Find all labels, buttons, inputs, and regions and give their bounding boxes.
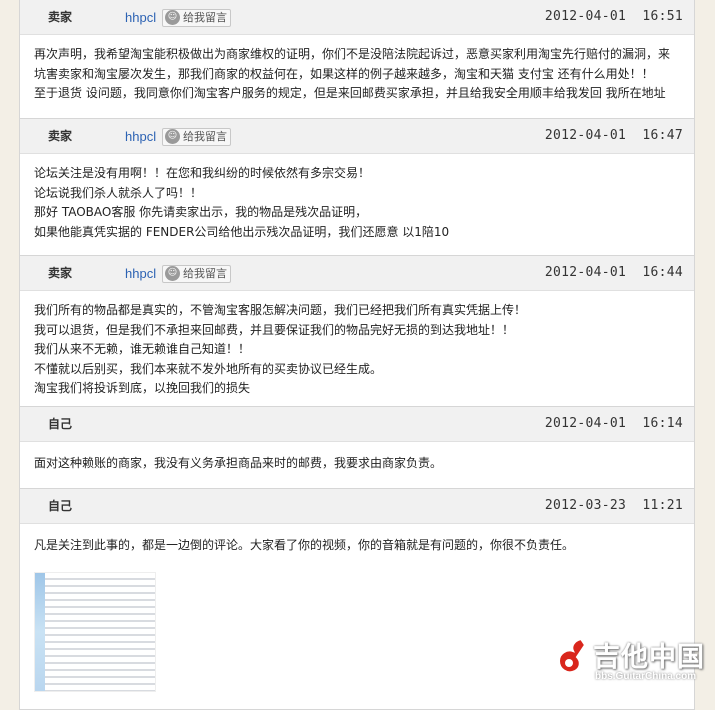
post-header: 卖家 hhpcl ☺ 给我留言 2012-04-01 16:44	[20, 256, 694, 291]
leave-message-label: 给我留言	[183, 267, 227, 280]
leave-message-button[interactable]: ☺ 给我留言	[162, 128, 231, 146]
watermark-site-name: 吉他中国	[593, 642, 705, 673]
post-author: 卖家	[47, 266, 72, 280]
post-header: 自己 2012-03-23 11:21	[20, 489, 694, 524]
attached-image-thumbnail[interactable]	[34, 571, 156, 692]
post-author: 自己	[47, 499, 72, 513]
post-text-line: 面对这种赖账的商家，我没有义务承担商品来时的邮费，我要求由商家负责。	[34, 456, 443, 470]
post-text-line: 至于退货 设问题，我同意你们淘宝客户服务的规定，但是来回邮费买家承担，并且给我安…	[34, 86, 666, 100]
post-text-line: 不懂就以后别买，我们本来就不发外地所有的买卖协议已经生成。	[34, 361, 383, 376]
watermark-url: bbs.GuitarChina.com	[595, 671, 697, 682]
post-text-line: 我可以退货，但是我们不承担来回邮费，并且要保证我们的物品完好无损的到达我地址！！	[34, 322, 515, 337]
post-thread: 卖家 hhpcl ☺ 给我留言 2012-04-01 16:51 再次声明，我希…	[19, 0, 695, 710]
leave-message-label: 给我留言	[183, 130, 227, 143]
post-timestamp: 2012-04-01 16:44	[544, 265, 683, 280]
post-body: 论坛关注是没有用啊！！在您和我纠纷的时候依然有多宗交易！ 论坛说我们杀人就杀人了…	[20, 154, 694, 254]
post-author: 卖家	[47, 10, 72, 24]
post-text-line: 那好 TAOBAO客服 你先请卖家出示，我的物品是残次品证明，	[34, 205, 368, 219]
post-text-line: 论坛关注是没有用啊！！在您和我纠纷的时候依然有多宗交易！	[34, 166, 371, 180]
post-body: 我们所有的物品都是真实的，不管淘宝客服怎解决问题，我们已经把我们所有真实凭据上传…	[20, 291, 694, 411]
post: 卖家 hhpcl ☺ 给我留言 2012-04-01 16:44 我们所有的物品…	[19, 256, 695, 407]
post-text-line: 坑害卖家和淘宝屡次发生，那我们商家的权益何在，如果这样的例子越来越多，淘宝和天猫…	[34, 66, 654, 81]
post: 卖家 hhpcl ☺ 给我留言 2012-04-01 16:51 再次声明，我希…	[19, 0, 695, 119]
username-link[interactable]: hhpcl	[125, 10, 156, 25]
post-text-line: 淘宝我们将投诉到底，以挽回我们的损失	[34, 381, 251, 395]
post-text-line: 如果他能真凭实据的 FENDER公司给他出示残次品证明，我们还愿意 以1陪10	[34, 224, 450, 239]
post-timestamp: 2012-03-23 11:21	[544, 498, 683, 513]
post-timestamp: 2012-04-01 16:14	[544, 416, 683, 431]
post-timestamp: 2012-04-01 16:51	[544, 9, 683, 24]
qq-face-icon: ☺	[165, 129, 180, 144]
post-body: 面对这种赖账的商家，我没有义务承担商品来时的邮费，我要求由商家负责。	[20, 442, 694, 486]
post-text-line: 我们所有的物品都是真实的，不管淘宝客服怎解决问题，我们已经把我们所有真实凭据上传…	[34, 303, 527, 317]
leave-message-label: 给我留言	[183, 11, 227, 24]
leave-message-button[interactable]: ☺ 给我留言	[162, 265, 231, 283]
post-author: 自己	[47, 417, 72, 431]
post-text-line: 我们从来不无赖，谁无赖谁自己知道！！	[34, 342, 251, 356]
post-header: 卖家 hhpcl ☺ 给我留言 2012-04-01 16:51	[20, 0, 694, 35]
post-body: 再次声明，我希望淘宝能积极做出为商家维权的证明，你们不是没陪法院起诉过，恶意买家…	[20, 35, 694, 116]
post: 自己 2012-04-01 16:14 面对这种赖账的商家，我没有义务承担商品来…	[19, 407, 695, 489]
leave-message-button[interactable]: ☺ 给我留言	[162, 9, 231, 27]
post-text-line: 论坛说我们杀人就杀人了吗！！	[34, 185, 203, 200]
guitarchina-logo-icon	[557, 637, 587, 674]
post-header: 卖家 hhpcl ☺ 给我留言 2012-04-01 16:47	[20, 119, 694, 154]
post-text-line: 凡是关注到此事的，都是一边倒的评论。大家看了你的视频，你的音箱就是有问题的，你很…	[34, 538, 575, 552]
post-timestamp: 2012-04-01 16:47	[544, 128, 683, 143]
post-text-line: 再次声明，我希望淘宝能积极做出为商家维权的证明，你们不是没陪法院起诉过，恶意买家…	[34, 47, 671, 61]
post: 卖家 hhpcl ☺ 给我留言 2012-04-01 16:47 论坛关注是没有…	[19, 119, 695, 256]
site-watermark: 吉他中国 bbs.GuitarChina.com	[551, 633, 711, 695]
username-link[interactable]: hhpcl	[125, 129, 156, 144]
qq-face-icon: ☺	[165, 10, 180, 25]
qq-face-icon: ☺	[165, 266, 180, 281]
post-header: 自己 2012-04-01 16:14	[20, 407, 694, 442]
post-author: 卖家	[47, 129, 72, 143]
username-link[interactable]: hhpcl	[125, 266, 156, 281]
